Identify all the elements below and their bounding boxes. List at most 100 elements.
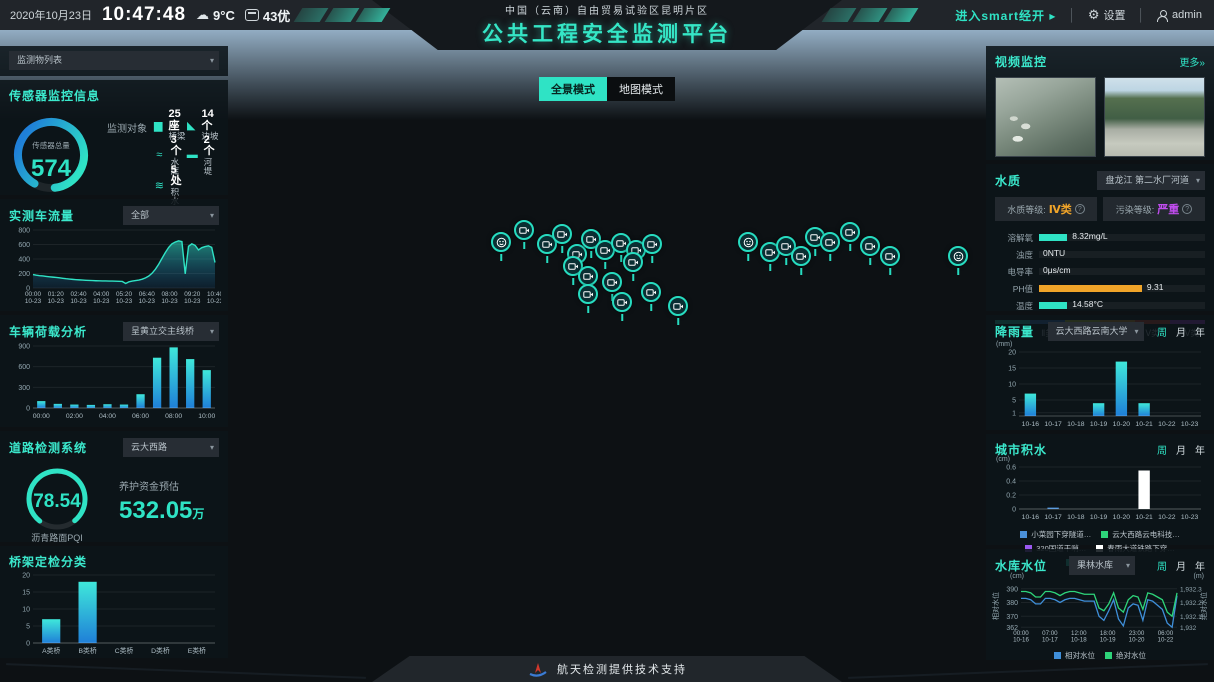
svg-text:10-23: 10-23 bbox=[139, 298, 156, 305]
svg-text:10-22: 10-22 bbox=[1158, 637, 1174, 644]
tab-month[interactable]: 月 bbox=[1176, 324, 1186, 339]
water-metric-电导率: 电导率0μs/cm bbox=[995, 263, 1205, 280]
map-marker-camera[interactable] bbox=[820, 232, 840, 252]
svg-text:600: 600 bbox=[18, 242, 30, 249]
urban-flood-panel: 城市积水 周 月 年 (cm) 00.20.40.610-1610-1710-1… bbox=[986, 434, 1214, 545]
flood-legend-item: 小菜园下穿隧道… bbox=[1020, 529, 1091, 540]
stat-count: 25座 bbox=[169, 109, 186, 132]
traffic-dropdown[interactable]: 全部 bbox=[123, 206, 219, 225]
dike-icon: ▬ bbox=[186, 149, 199, 161]
svg-text:10-22: 10-22 bbox=[1158, 514, 1176, 521]
svg-text:10-23: 10-23 bbox=[70, 298, 87, 305]
svg-text:04:00: 04:00 bbox=[99, 413, 116, 420]
fund-unit: 万 bbox=[192, 507, 204, 521]
tab-month[interactable]: 月 bbox=[1176, 558, 1186, 573]
map-marker-camera[interactable] bbox=[791, 246, 811, 266]
reservoir-right-axis-label: 绝对水位 bbox=[1199, 592, 1209, 620]
map-marker-camera[interactable] bbox=[623, 252, 643, 272]
reservoir-period-tabs: 周 月 年 bbox=[1157, 558, 1205, 573]
road-panel-title: 道路检测系统 bbox=[9, 439, 87, 456]
road-detection-panel: 道路检测系统 云大西路 78.54 沥青路面PQI 养护资金预估 532.05万 bbox=[0, 431, 228, 542]
map-marker-station[interactable] bbox=[948, 246, 968, 266]
map-marker-camera[interactable] bbox=[668, 296, 688, 316]
tab-year[interactable]: 年 bbox=[1195, 442, 1205, 457]
stat-count: 3个 bbox=[171, 135, 186, 158]
map-marker-camera[interactable] bbox=[514, 220, 534, 240]
road-dropdown[interactable]: 云大西路 bbox=[123, 438, 219, 457]
enter-smart-link[interactable]: 进入smart经开 ▸ bbox=[955, 7, 1056, 24]
svg-text:5: 5 bbox=[26, 624, 30, 631]
tab-year[interactable]: 年 bbox=[1195, 558, 1205, 573]
map-marker-camera[interactable] bbox=[840, 222, 860, 242]
maintenance-fund: 养护资金预估 532.05万 bbox=[119, 478, 204, 525]
svg-text:D类桥: D类桥 bbox=[151, 646, 170, 655]
map-marker-camera[interactable] bbox=[880, 246, 900, 266]
tab-week[interactable]: 周 bbox=[1157, 558, 1167, 573]
svg-text:10-23: 10-23 bbox=[207, 298, 221, 305]
settings-label: 设置 bbox=[1104, 7, 1126, 23]
cloud-icon: ☁ bbox=[196, 7, 209, 23]
svg-text:02:00: 02:00 bbox=[66, 413, 83, 420]
svg-text:08:00: 08:00 bbox=[165, 413, 182, 420]
map-marker-station[interactable] bbox=[738, 232, 758, 252]
user-icon bbox=[1157, 10, 1168, 21]
monitor-list-dropdown[interactable]: 监测物列表 bbox=[9, 51, 219, 70]
svg-text:1: 1 bbox=[1012, 410, 1016, 417]
map-marker-camera[interactable] bbox=[641, 282, 661, 302]
map-mode-button[interactable]: 地图模式 bbox=[607, 77, 675, 101]
map-marker-camera[interactable] bbox=[578, 266, 598, 286]
map-marker-camera[interactable] bbox=[602, 272, 622, 292]
vehicle-load-chart: 030060090000:0002:0004:0006:0008:0010:00 bbox=[9, 341, 221, 421]
map-marker-station[interactable] bbox=[491, 232, 511, 252]
video-more-link[interactable]: 更多» bbox=[1179, 54, 1205, 69]
svg-text:0.6: 0.6 bbox=[1006, 465, 1016, 472]
video-thumbnail-2[interactable] bbox=[1104, 77, 1205, 157]
platform-subtitle: 中国（云南）自由贸易试验区昆明片区 bbox=[505, 2, 709, 17]
traffic-panel-title: 实测车流量 bbox=[9, 207, 74, 224]
help-icon[interactable]: ? bbox=[1075, 204, 1085, 214]
map-marker-camera[interactable] bbox=[860, 236, 880, 256]
reservoir-left-axis-label: 相对水位 bbox=[991, 592, 1001, 620]
map-marker-camera[interactable] bbox=[642, 234, 662, 254]
header-right: 进入smart经开 ▸ │ ⚙ 设置 │ admin bbox=[955, 0, 1202, 30]
svg-text:10-19: 10-19 bbox=[1090, 421, 1108, 428]
monitored-objects-label: 监测对象 bbox=[107, 112, 147, 135]
urban-flood-chart: 00.20.40.610-1610-1710-1810-1910-2010-21… bbox=[995, 462, 1207, 522]
help-icon[interactable]: ? bbox=[1182, 204, 1192, 214]
footer-text: 航天检测提供技术支持 bbox=[557, 661, 687, 677]
rain-dropdown[interactable]: 云大西路云南大学 bbox=[1048, 322, 1144, 341]
water-dropdown[interactable]: 盘龙江 第二水厂河道 bbox=[1097, 171, 1205, 190]
video-thumbnail-1[interactable] bbox=[995, 77, 1096, 157]
sensor-stat-积水: ≋5处积水 bbox=[153, 170, 186, 200]
bridge-class-panel: 桥架定检分类 05101520A类桥B类桥C类桥D类桥E类桥 bbox=[0, 546, 228, 658]
svg-text:300: 300 bbox=[18, 385, 30, 392]
settings-button[interactable]: ⚙ 设置 bbox=[1088, 7, 1126, 23]
rain-panel-title: 降雨量 bbox=[995, 323, 1034, 340]
map-marker-camera[interactable] bbox=[578, 284, 598, 304]
tab-week[interactable]: 周 bbox=[1157, 442, 1167, 457]
svg-text:10-20: 10-20 bbox=[1113, 514, 1131, 521]
tab-week[interactable]: 周 bbox=[1157, 324, 1167, 339]
load-dropdown[interactable]: 呈黄立交主线桥 bbox=[123, 322, 219, 341]
reservoir-chart: 3621,9323701,932.13801,932.23901,932.300… bbox=[995, 581, 1207, 643]
user-menu[interactable]: admin bbox=[1157, 9, 1202, 21]
header-divider: │ bbox=[1068, 8, 1076, 22]
reservoir-dropdown[interactable]: 果林水库 bbox=[1069, 556, 1135, 575]
svg-text:10-16: 10-16 bbox=[1013, 637, 1029, 644]
svg-text:800: 800 bbox=[18, 228, 30, 235]
reservoir-left-unit: (cm) bbox=[1010, 573, 1024, 580]
tab-month[interactable]: 月 bbox=[1176, 442, 1186, 457]
tab-year[interactable]: 年 bbox=[1195, 324, 1205, 339]
map-marker-camera[interactable] bbox=[612, 292, 632, 312]
water-metric-温度: 温度14.58°C bbox=[995, 297, 1205, 314]
load-panel-title: 车辆荷载分析 bbox=[9, 323, 87, 340]
svg-text:10-17: 10-17 bbox=[1044, 421, 1062, 428]
svg-text:10: 10 bbox=[22, 607, 30, 614]
svg-text:1,932: 1,932 bbox=[1180, 625, 1197, 632]
svg-text:10-17: 10-17 bbox=[1042, 637, 1058, 644]
panorama-mode-button[interactable]: 全景模式 bbox=[539, 77, 607, 101]
video-panel-title: 视频监控 bbox=[995, 53, 1047, 70]
svg-text:0: 0 bbox=[26, 641, 30, 648]
map-marker-camera[interactable] bbox=[552, 224, 572, 244]
pqi-label: 沥青路面PQI bbox=[7, 531, 107, 544]
